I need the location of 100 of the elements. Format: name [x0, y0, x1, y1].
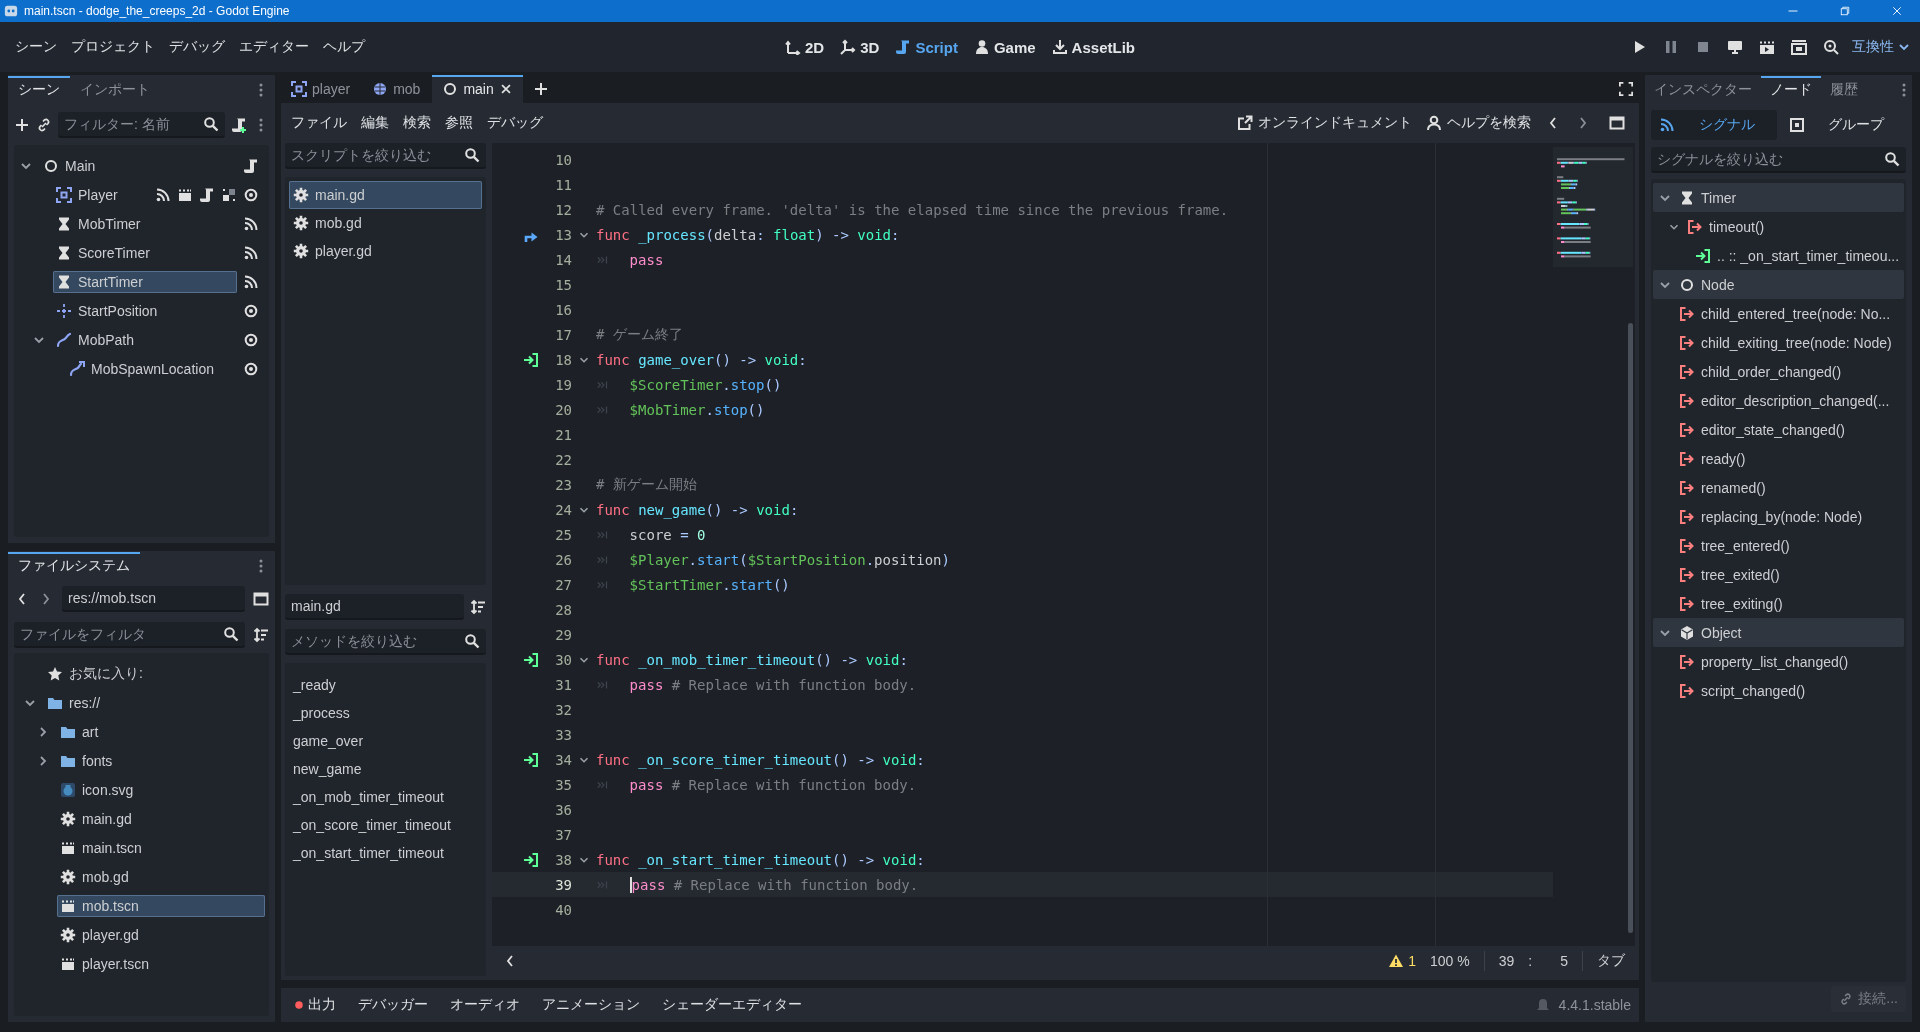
menu-item[interactable]: プロジェクト [64, 34, 162, 60]
file-item[interactable]: player.tscn [57, 952, 265, 975]
help-link[interactable]: ヘルプを検索 [1420, 111, 1537, 135]
sub-tab[interactable]: シグナル [1651, 110, 1777, 140]
eye-icon[interactable] [243, 302, 259, 319]
menu-item[interactable]: 検索 [397, 111, 437, 135]
signal-connected-icon[interactable] [523, 851, 539, 868]
bottom-panel-tab[interactable]: シェーダーエディター [658, 992, 806, 1018]
filter-field[interactable]: フィルター: 名前 [64, 114, 199, 134]
help-link[interactable]: オンラインドキュメント [1231, 111, 1418, 135]
method-item[interactable]: new_game [293, 761, 362, 778]
workspace-tab[interactable]: 2D [779, 34, 831, 60]
attach-script-button[interactable] [231, 117, 247, 133]
signal-connected-icon[interactable] [523, 751, 539, 768]
filter-field[interactable]: ファイルをフィルタ [14, 622, 245, 648]
tree-node[interactable]: MobTimer [53, 212, 237, 235]
tree-node[interactable]: Player [53, 183, 149, 206]
menu-item[interactable]: シーン [8, 34, 64, 60]
signal-connected-icon[interactable] [523, 651, 539, 668]
menu-item[interactable]: 参照 [439, 111, 479, 135]
bottom-panel-tab[interactable]: 出力 [289, 992, 340, 1018]
script-icon[interactable] [199, 186, 215, 203]
editor-tab[interactable]: main [432, 75, 523, 103]
menu-item[interactable]: 編集 [355, 111, 395, 135]
dock-tab[interactable]: インスペクター [1645, 76, 1761, 104]
menu-item[interactable]: エディター [232, 34, 316, 60]
signal-item[interactable]: editor_state_changed() [1701, 421, 1845, 438]
tree-node[interactable]: ScoreTimer [53, 241, 237, 264]
method-item[interactable]: _on_score_timer_timeout [293, 817, 451, 834]
menu-item[interactable]: ファイル [285, 111, 353, 135]
menu-item[interactable]: デバッグ [481, 111, 549, 135]
dock-tab[interactable]: インポート [70, 76, 160, 104]
tree-node[interactable]: StartTimer [53, 270, 237, 293]
signal-item[interactable]: script_changed() [1701, 682, 1806, 699]
signal-item[interactable]: editor_description_changed(... [1701, 392, 1890, 409]
filter-field[interactable]: シグナルを絞り込む [1651, 147, 1906, 173]
path-field[interactable]: res://mob.tscn [68, 588, 239, 608]
signal-connected-icon[interactable] [523, 351, 539, 368]
sort-button[interactable] [253, 627, 269, 643]
tree-node[interactable]: Main [40, 154, 237, 177]
filter-field[interactable]: ファイルをフィルタ [20, 624, 219, 644]
warning-icon[interactable] [1388, 953, 1405, 969]
tree-node[interactable]: MobPath [53, 328, 237, 351]
script-item[interactable]: player.gd [289, 237, 482, 265]
filter-field[interactable]: メソッドを絞り込む [285, 629, 486, 656]
script-item[interactable]: mob.gd [289, 209, 482, 237]
workspace-tab[interactable]: AssetLib [1045, 34, 1141, 60]
signal-item[interactable]: ready() [1701, 450, 1746, 467]
sub-tab[interactable]: グループ [1780, 110, 1906, 140]
signal-group-header[interactable]: Node [1653, 270, 1904, 299]
signal-item[interactable]: child_order_changed() [1701, 363, 1842, 380]
file-item[interactable]: fonts [57, 749, 265, 772]
tree-node[interactable]: StartPosition [53, 299, 237, 322]
signal-item[interactable]: replacing_by(node: Node) [1701, 508, 1863, 525]
eye-icon[interactable] [243, 186, 259, 203]
search-icon[interactable] [1884, 151, 1900, 167]
file-item[interactable]: res:// [44, 691, 265, 714]
signal-item[interactable]: timeout() [1709, 218, 1765, 235]
bottom-panel-tab[interactable]: アニメーション [538, 992, 644, 1018]
file-item[interactable]: art [57, 720, 265, 743]
editor-tab[interactable]: player [281, 75, 361, 103]
filter-field[interactable]: スクリプトを絞り込む [291, 145, 460, 165]
version-label[interactable]: 4.4.1.stable [1558, 997, 1631, 1013]
minimap-drawing[interactable] [1553, 147, 1633, 267]
search-icon[interactable] [203, 116, 219, 132]
signal-item[interactable]: property_list_changed() [1701, 653, 1849, 670]
signal-item[interactable]: renamed() [1701, 479, 1766, 496]
squares-icon[interactable] [221, 186, 237, 203]
method-item[interactable]: _process [293, 705, 350, 722]
add-node-button[interactable] [14, 117, 30, 133]
signal-group-header[interactable]: Timer [1653, 183, 1904, 212]
file-item[interactable]: お気に入り: [44, 661, 265, 686]
filter-field[interactable]: シグナルを絞り込む [1657, 149, 1880, 169]
scrollbar[interactable] [1628, 323, 1633, 933]
file-item[interactable]: player.gd [57, 923, 265, 946]
eye-icon[interactable] [243, 331, 259, 348]
file-item[interactable]: icon.svg [57, 778, 265, 801]
filter-field[interactable]: メソッドを絞り込む [291, 631, 460, 652]
method-item[interactable]: _on_mob_timer_timeout [293, 789, 444, 806]
bottom-panel-tab[interactable]: オーディオ [446, 992, 524, 1018]
dock-tab[interactable]: 履歴 [1821, 76, 1867, 104]
zoom-level[interactable]: 100 % [1430, 953, 1470, 969]
method-item[interactable]: _ready [293, 677, 336, 694]
tree-node[interactable]: MobSpawnLocation [66, 357, 237, 380]
split-view-button[interactable] [253, 591, 269, 607]
signal-icon[interactable] [243, 273, 259, 290]
eye-icon[interactable] [243, 360, 259, 377]
search-icon[interactable] [223, 626, 239, 642]
signal-icon[interactable] [243, 244, 259, 261]
script-icon[interactable] [243, 157, 259, 174]
editor-tab[interactable]: mob [362, 75, 431, 103]
script-item[interactable]: main.gd [289, 181, 482, 209]
connection-item[interactable]: .. :: _on_start_timer_timeou... [1717, 247, 1900, 264]
signal-icon[interactable] [243, 215, 259, 232]
signal-item[interactable]: tree_exiting() [1701, 595, 1783, 612]
file-item[interactable]: main.tscn [57, 836, 265, 859]
file-item[interactable]: mob.gd [57, 865, 265, 888]
sort-button[interactable] [470, 599, 486, 616]
renderer-dropdown[interactable]: 互換性 [1852, 38, 1912, 56]
search-icon[interactable] [464, 147, 480, 163]
